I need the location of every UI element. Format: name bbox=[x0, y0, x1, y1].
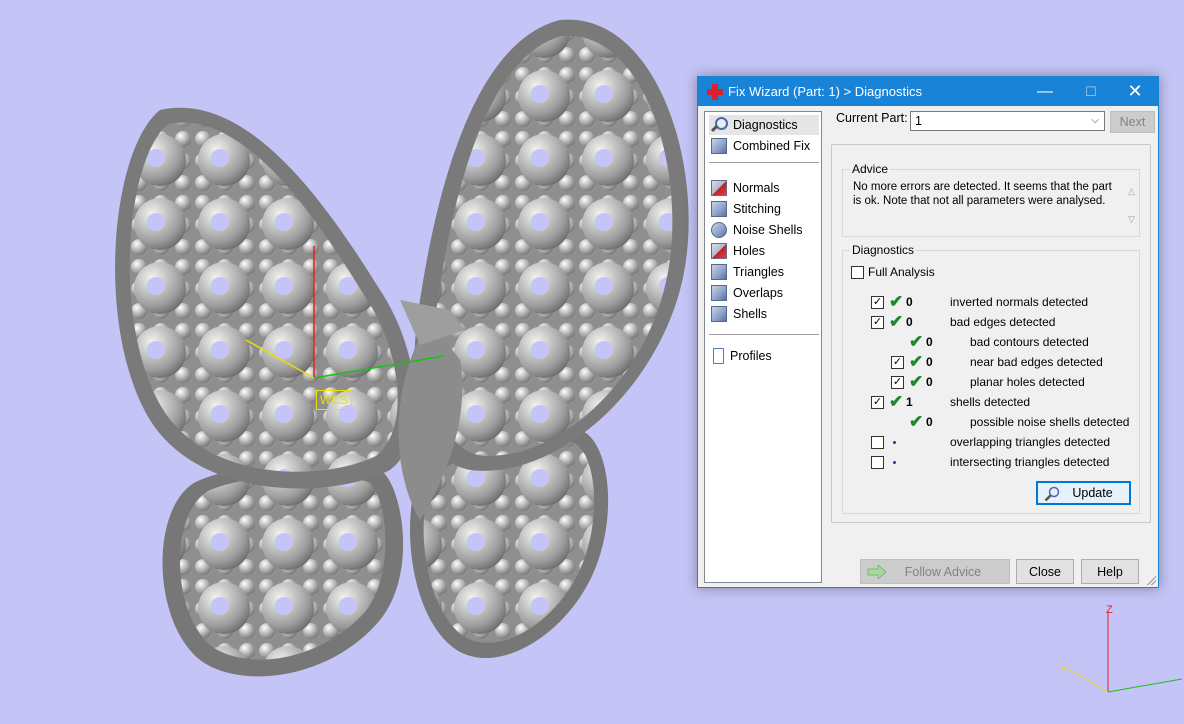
sidebar-item-triangles[interactable]: Triangles bbox=[709, 262, 819, 282]
sidebar-item-label: Normals bbox=[733, 181, 780, 195]
intersecting-triangles-label: intersecting triangles detected bbox=[950, 455, 1110, 469]
dialog-title: Fix Wizard (Part: 1) > Diagnostics bbox=[728, 84, 922, 99]
scroll-up-icon[interactable]: △ bbox=[1128, 186, 1135, 197]
magnifier-icon bbox=[710, 117, 728, 133]
sidebar-separator bbox=[709, 334, 819, 335]
noise-shells-label: possible noise shells detected bbox=[970, 415, 1130, 429]
minimize-button[interactable]: — bbox=[1022, 77, 1068, 106]
normals-cube-icon bbox=[711, 180, 727, 196]
advice-title: Advice bbox=[850, 162, 891, 176]
check-ok-icon: ✔ bbox=[889, 292, 904, 311]
check-ok-icon: ✔ bbox=[909, 412, 924, 431]
sidebar-item-label: Triangles bbox=[733, 265, 784, 279]
sidebar-item-diagnostics[interactable]: Diagnostics bbox=[709, 115, 819, 135]
overlaps-cube-icon bbox=[711, 285, 727, 301]
bad-edges-count: 0 bbox=[906, 315, 913, 329]
follow-advice-button[interactable]: Follow Advice bbox=[860, 559, 1010, 584]
current-part-value: 1 bbox=[915, 114, 922, 128]
arrow-right-icon bbox=[867, 565, 887, 579]
close-window-button[interactable]: ✕ bbox=[1112, 77, 1158, 106]
bad-edges-label: bad edges detected bbox=[950, 315, 1056, 329]
near-bad-edges-label: near bad edges detected bbox=[970, 355, 1103, 369]
not-run-dot-icon bbox=[893, 441, 896, 444]
dialog-titlebar[interactable]: Fix Wizard (Part: 1) > Diagnostics — ☐ ✕ bbox=[698, 77, 1158, 106]
shells-label: shells detected bbox=[950, 395, 1031, 409]
chevron-down-icon: ⌵ bbox=[1091, 115, 1099, 126]
fix-wizard-dialog: Fix Wizard (Part: 1) > Diagnostics — ☐ ✕… bbox=[697, 76, 1159, 588]
resize-grip[interactable] bbox=[1146, 575, 1156, 585]
inverted-normals-checkbox[interactable]: ✓ bbox=[871, 296, 884, 309]
sidebar-item-label: Overlaps bbox=[733, 286, 784, 300]
sidebar-item-label: Noise Shells bbox=[733, 223, 803, 237]
diagnostics-title: Diagnostics bbox=[850, 243, 917, 257]
current-part-select[interactable]: 1 ⌵ bbox=[910, 111, 1105, 131]
sidebar-item-label: Stitching bbox=[733, 202, 781, 216]
next-button[interactable]: Next bbox=[1110, 111, 1155, 133]
sidebar-item-label: Profiles bbox=[730, 349, 772, 363]
advice-text: No more errors are detected. It seems th… bbox=[853, 181, 1112, 207]
intersecting-triangles-checkbox[interactable] bbox=[871, 456, 884, 469]
sidebar-item-holes[interactable]: Holes bbox=[709, 241, 819, 261]
update-button-label: Update bbox=[1072, 486, 1113, 500]
shells-cube-icon bbox=[711, 306, 727, 322]
check-ok-icon: ✔ bbox=[889, 312, 904, 331]
sidebar-item-shells[interactable]: Shells bbox=[709, 304, 819, 324]
overlapping-triangles-checkbox[interactable] bbox=[871, 436, 884, 449]
triangles-cube-icon bbox=[711, 264, 727, 280]
sidebar-item-overlaps[interactable]: Overlaps bbox=[709, 283, 819, 303]
sidebar-item-normals[interactable]: Normals bbox=[709, 178, 819, 198]
check-ok-icon: ✔ bbox=[909, 332, 924, 351]
red-cross-icon bbox=[707, 83, 723, 100]
sidebar-separator bbox=[709, 162, 819, 163]
help-button[interactable]: Help bbox=[1081, 559, 1139, 584]
inverted-normals-count: 0 bbox=[906, 295, 913, 309]
sidebar-item-profiles[interactable]: Profiles bbox=[709, 346, 819, 366]
full-analysis-label: Full Analysis bbox=[868, 265, 935, 279]
wizard-sidebar: Diagnostics Combined Fix Normals Stitchi… bbox=[704, 111, 822, 583]
planar-holes-count: 0 bbox=[926, 375, 933, 389]
shells-count: 1 bbox=[906, 395, 913, 409]
bad-contours-count: 0 bbox=[926, 335, 933, 349]
update-button[interactable]: Update bbox=[1036, 481, 1131, 505]
cube-stack-icon bbox=[711, 138, 727, 154]
follow-advice-label: Follow Advice bbox=[904, 564, 982, 579]
shells-checkbox[interactable]: ✓ bbox=[871, 396, 884, 409]
close-button[interactable]: Close bbox=[1016, 559, 1074, 584]
sidebar-item-label: Diagnostics bbox=[733, 118, 798, 132]
sidebar-item-combined-fix[interactable]: Combined Fix bbox=[709, 136, 819, 156]
sidebar-item-stitching[interactable]: Stitching bbox=[709, 199, 819, 219]
check-ok-icon: ✔ bbox=[909, 372, 924, 391]
bad-contours-label: bad contours detected bbox=[970, 335, 1089, 349]
sidebar-item-noise-shells[interactable]: Noise Shells bbox=[709, 220, 819, 240]
bad-edges-checkbox[interactable]: ✓ bbox=[871, 316, 884, 329]
axis-z-label: Z bbox=[1106, 604, 1113, 616]
axis-y-label: Y bbox=[1060, 664, 1068, 676]
sidebar-item-label: Combined Fix bbox=[733, 139, 811, 153]
magnifier-icon bbox=[1044, 486, 1060, 502]
scroll-down-icon[interactable]: ▽ bbox=[1128, 214, 1135, 225]
document-icon bbox=[713, 348, 724, 364]
noise-shells-icon bbox=[711, 222, 727, 238]
noise-shells-count: 0 bbox=[926, 415, 933, 429]
near-bad-edges-checkbox[interactable]: ✓ bbox=[891, 356, 904, 369]
stitching-cube-icon bbox=[711, 201, 727, 217]
sidebar-item-label: Shells bbox=[733, 307, 768, 321]
near-bad-edges-count: 0 bbox=[926, 355, 933, 369]
diagnostics-group: Diagnostics Full Analysis ✓ ✔ 0 inverted… bbox=[842, 243, 1140, 514]
wcs-label: WCS bbox=[316, 390, 352, 410]
full-analysis-checkbox[interactable] bbox=[851, 266, 864, 279]
not-run-dot-icon bbox=[893, 461, 896, 464]
check-ok-icon: ✔ bbox=[909, 352, 924, 371]
overlapping-triangles-label: overlapping triangles detected bbox=[950, 435, 1111, 449]
planar-holes-label: planar holes detected bbox=[970, 375, 1085, 389]
current-part-label: Current Part: bbox=[836, 111, 908, 125]
diagnostics-panel: Advice No more errors are detected. It s… bbox=[831, 144, 1151, 523]
maximize-button[interactable]: ☐ bbox=[1068, 77, 1114, 106]
inverted-normals-label: inverted normals detected bbox=[950, 295, 1089, 309]
advice-group: Advice No more errors are detected. It s… bbox=[842, 162, 1140, 237]
sidebar-item-label: Holes bbox=[733, 244, 765, 258]
holes-cube-icon bbox=[711, 243, 727, 259]
check-ok-icon: ✔ bbox=[889, 392, 904, 411]
planar-holes-checkbox[interactable]: ✓ bbox=[891, 376, 904, 389]
